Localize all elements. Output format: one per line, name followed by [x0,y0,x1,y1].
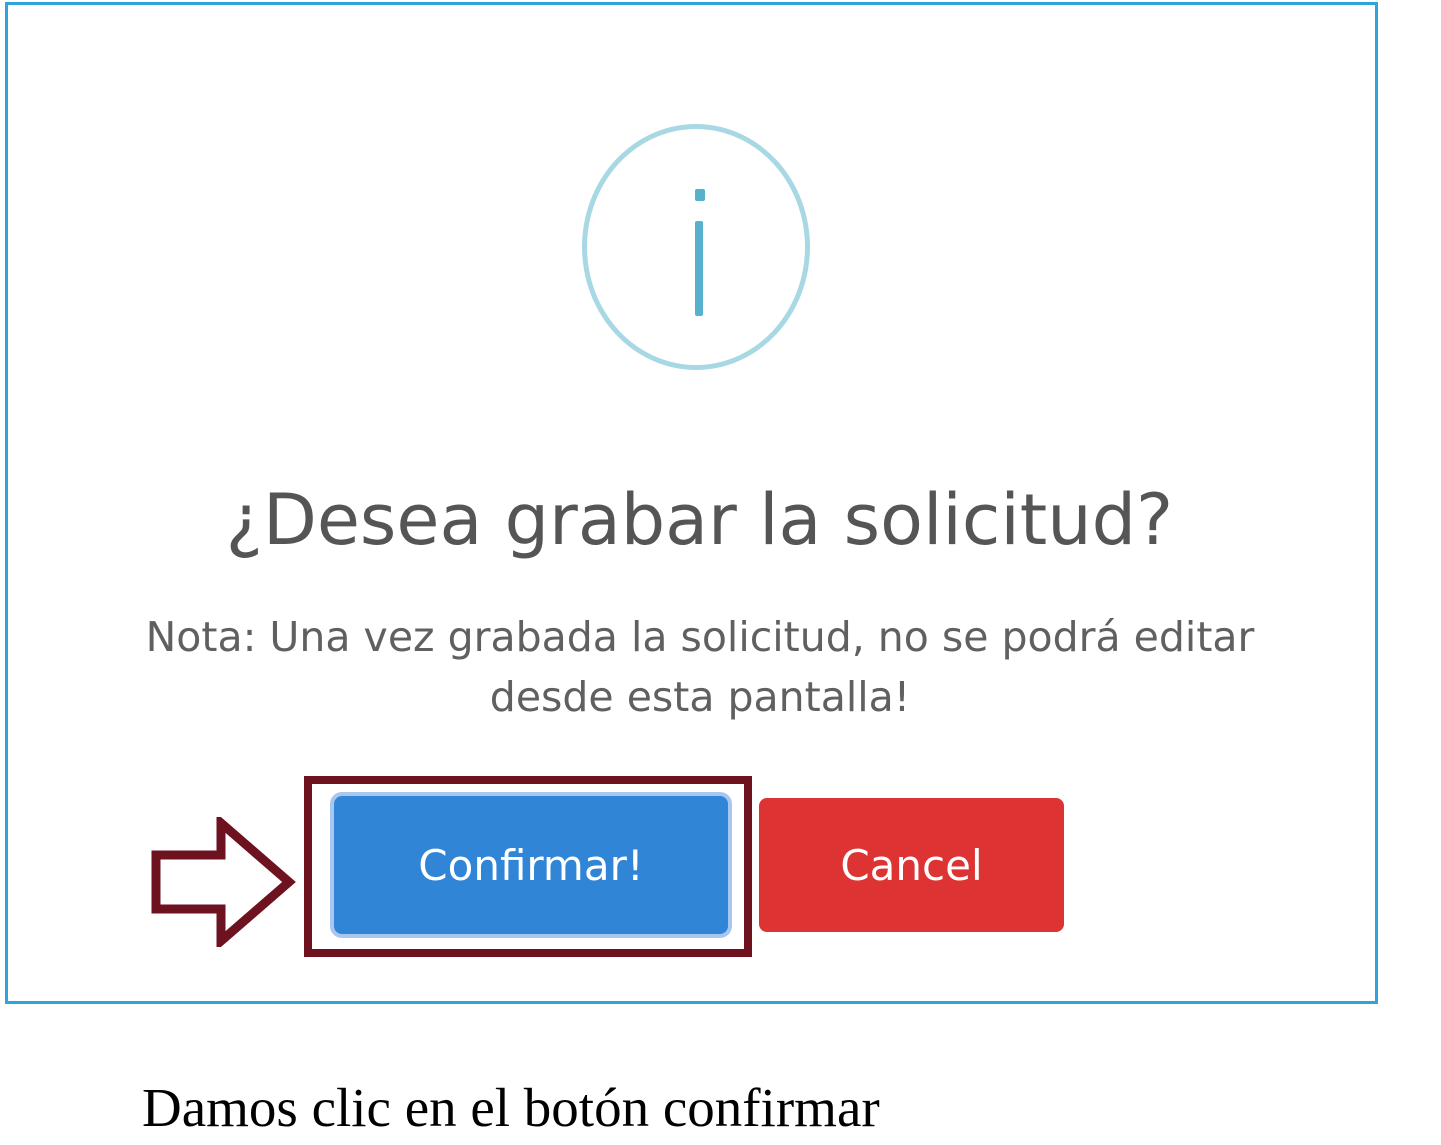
info-icon-dot [695,189,705,201]
right-arrow-icon [151,817,296,947]
info-icon-stem [695,221,703,316]
confirm-button[interactable]: Confirmar! [334,796,728,934]
dialog-screenshot-frame: ¿Desea grabar la solicitud? Nota: Una ve… [5,2,1378,1004]
info-icon [582,124,810,370]
caption-text: Damos clic en el botón confirmar [142,1077,880,1138]
cancel-button[interactable]: Cancel [759,798,1064,932]
dialog-title: ¿Desea grabar la solicitud? [225,479,1174,561]
dialog-note: Nota: Una vez grabada la solicitud, no s… [145,613,1255,721]
